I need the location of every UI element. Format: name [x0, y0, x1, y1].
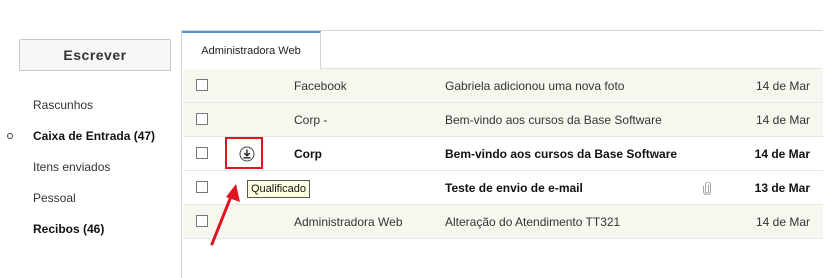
row-checkbox[interactable]	[196, 113, 208, 125]
message-subject: Teste de envio de e-mail	[445, 181, 583, 195]
message-subject: Alteração do Atendimento TT321	[445, 215, 621, 229]
message-date: 14 de Mar	[755, 113, 810, 127]
annotation-highlight-box	[225, 137, 263, 169]
sidebar-item-inbox[interactable]: Caixa de Entrada (47)	[33, 126, 155, 146]
tab-administradora-web[interactable]: Administradora Web	[182, 31, 321, 69]
sidebar-item-receipts[interactable]: Recibos (46)	[33, 219, 104, 239]
message-sender: Corp -	[294, 113, 328, 127]
row-checkbox[interactable]	[196, 147, 208, 159]
message-row[interactable]: Corp Bem-vindo aos cursos da Base Softwa…	[183, 137, 823, 171]
message-date: 14 de Mar	[755, 79, 810, 93]
message-row[interactable]: Administradora Web Alteração do Atendime…	[183, 205, 823, 239]
compose-button[interactable]: Escrever	[19, 39, 171, 71]
message-date: 14 de Mar	[755, 215, 810, 229]
message-sender: Corp	[294, 147, 322, 161]
sidebar-item-sent[interactable]: Itens enviados	[33, 157, 110, 177]
message-row[interactable]: Facebook Gabriela adicionou uma nova fot…	[183, 69, 823, 103]
paperclip-icon	[703, 182, 711, 195]
sidebar-item-drafts[interactable]: Rascunhos	[33, 95, 93, 115]
message-subject: Bem-vindo aos cursos da Base Software	[445, 147, 678, 161]
qualified-tooltip: Qualificado	[247, 180, 311, 198]
message-sender: Administradora Web	[294, 215, 403, 229]
row-checkbox[interactable]	[196, 79, 208, 91]
active-folder-bullet	[7, 133, 13, 139]
message-panel: Administradora Web Facebook Gabriela adi…	[181, 30, 823, 278]
message-date: 13 de Mar	[754, 181, 810, 195]
red-arrow-icon	[210, 184, 240, 246]
message-date: 14 de Mar	[754, 147, 810, 161]
message-subject: Gabriela adicionou uma nova foto	[445, 79, 625, 93]
message-sender: Facebook	[294, 79, 347, 93]
message-row[interactable]: Corp - Bem-vindo aos cursos da Base Soft…	[183, 103, 823, 137]
message-subject: Bem-vindo aos cursos da Base Software	[445, 113, 662, 127]
sidebar-item-personal[interactable]: Pessoal	[33, 188, 76, 208]
